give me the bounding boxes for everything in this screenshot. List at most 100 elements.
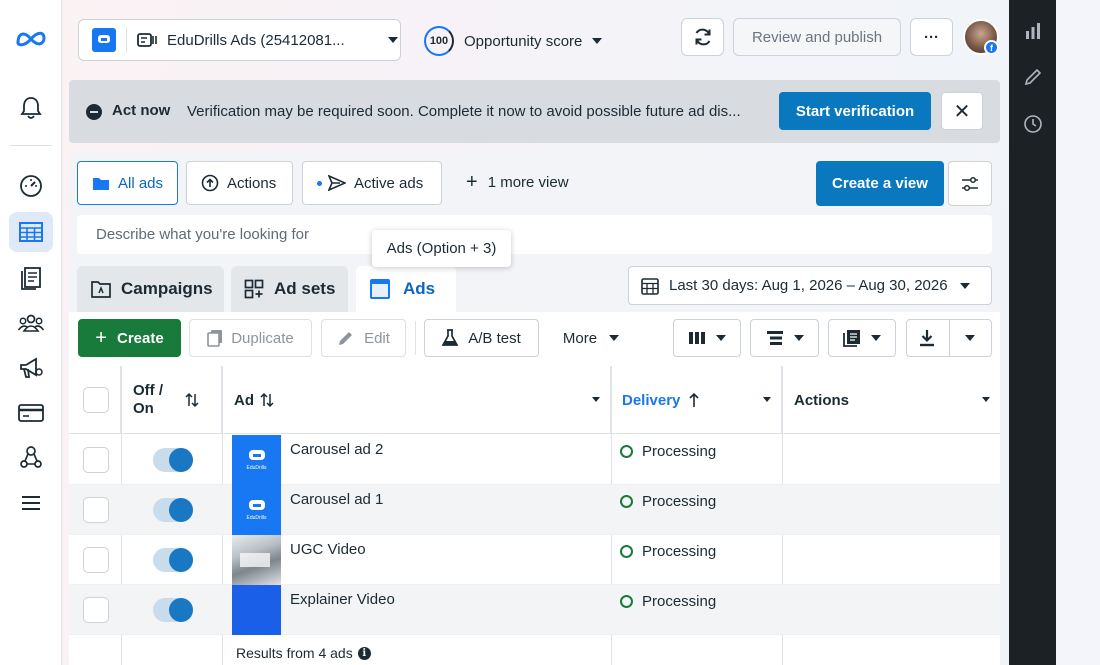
ab-test-button[interactable]: A/B test [424,319,539,357]
info-icon[interactable]: i [357,646,371,660]
reports-button[interactable] [828,319,896,357]
refresh-icon [695,28,710,46]
breakdown-button[interactable] [750,319,819,357]
billing-card-icon[interactable] [9,393,53,433]
ad-on-off-toggle[interactable] [153,448,193,472]
bar-chart-icon[interactable] [1021,19,1045,43]
column-menu-icon[interactable] [982,397,990,402]
ad-thumbnail[interactable]: EduDrills [232,485,281,535]
toggle-column-header[interactable]: Off / On [121,366,222,434]
export-button[interactable] [906,319,992,357]
ad-name-link[interactable]: Carousel ad 2 [290,441,383,458]
results-summary: Results from 4 ads i [236,645,371,661]
dashboard-gauge-icon[interactable] [9,166,53,206]
ads-manager-table-icon[interactable] [9,212,53,252]
select-all-checkbox[interactable] [83,387,109,413]
actions-arrow-icon [201,174,219,192]
delivery-status: Processing [620,543,716,560]
unsaved-dot-icon [317,180,322,186]
left-navigation [0,0,62,665]
select-all-header [69,366,121,434]
tab-ads[interactable]: Ads [356,266,456,312]
ugc-video-thumbnail[interactable] [232,535,281,585]
table-row[interactable]: EduDrills Carousel ad 1 Processing [69,485,1000,535]
more-views-button[interactable]: + 1 more view [466,171,569,193]
processing-status-icon [620,595,633,608]
processing-status-icon [620,445,633,458]
thumbnail-scene [240,553,270,567]
pages-icon[interactable] [9,258,53,298]
history-clock-icon[interactable] [1021,112,1045,136]
chevron-down-icon [965,335,975,341]
tab-ad-sets[interactable]: Ad sets [231,266,348,312]
results-summary-label: Results from 4 ads [236,645,353,661]
delivery-status-label: Processing [642,543,717,560]
edit-button[interactable]: Edit [321,319,406,357]
more-options-button[interactable]: ··· [910,18,953,56]
ab-test-label: A/B test [468,329,521,347]
chevron-down-icon [609,335,620,341]
delivery-column-label: Delivery [622,391,681,409]
delivery-column-header[interactable]: Delivery [611,366,782,434]
opportunity-score-badge: 100 [424,26,454,56]
search-input[interactable]: Describe what you're looking for [77,215,992,254]
table-toolbar: + Create Duplicate Edit A/B test More [69,312,1000,366]
chevron-down-icon [388,37,398,43]
create-view-button[interactable]: Create a view [816,161,944,206]
view-tab-actions[interactable]: Actions [186,161,293,205]
opportunity-score[interactable]: 100 Opportunity score [424,26,603,56]
send-plane-icon [328,175,346,191]
refresh-button[interactable] [681,18,724,56]
view-tab-label: Active ads [354,174,424,192]
business-network-icon[interactable] [9,437,53,477]
delivery-status-label: Processing [642,493,717,510]
more-actions-dropdown[interactable]: More [549,319,633,357]
delivery-status: Processing [620,443,716,460]
actions-column-header[interactable]: Actions [782,366,1000,434]
start-verification-button[interactable]: Start verification [779,92,931,130]
tab-campaigns[interactable]: Campaigns [77,266,224,312]
breakdown-icon [766,331,783,345]
close-banner-button[interactable]: ✕ [941,92,983,130]
sliders-icon [962,176,978,191]
table-row[interactable]: UGC Video Processing [69,535,1000,585]
ad-account-name: EduDrills Ads (25412081... [167,31,345,49]
menu-hamburger-icon[interactable] [9,483,53,523]
row-checkbox[interactable] [83,597,109,623]
toggle-knob [169,498,193,522]
meta-logo-icon[interactable] [9,18,53,58]
row-checkbox[interactable] [83,547,109,573]
create-button[interactable]: + Create [78,319,181,357]
ad-column-header[interactable]: Ad [222,366,611,434]
toggle-knob [169,448,193,472]
columns-button[interactable] [673,319,741,357]
ad-on-off-toggle[interactable] [153,598,193,622]
split-divider [949,320,950,356]
review-and-publish-button[interactable]: Review and publish [733,18,901,56]
view-tab-all-ads[interactable]: All ads [77,161,178,205]
view-tab-active-ads[interactable]: Active ads [302,161,442,205]
duplicate-button[interactable]: Duplicate [189,319,312,357]
pencil-icon[interactable] [1021,65,1045,89]
table-row[interactable]: EduDrills Carousel ad 2 Processing [69,435,1000,485]
ad-name-link[interactable]: Carousel ad 1 [290,491,383,508]
ad-on-off-toggle[interactable] [153,548,193,572]
column-menu-icon[interactable] [763,397,771,402]
view-settings-button[interactable] [948,161,992,206]
row-checkbox[interactable] [83,447,109,473]
column-menu-icon[interactable] [592,397,600,402]
notifications-bell-icon[interactable] [9,88,53,128]
ad-thumbnail[interactable]: EduDrills [232,435,281,485]
row-checkbox[interactable] [83,497,109,523]
plus-icon: + [466,171,478,193]
ad-column-label: Ad [234,391,254,409]
ad-name-link[interactable]: Explainer Video [290,591,395,608]
date-range-picker[interactable]: Last 30 days: Aug 1, 2026 – Aug 30, 2026 [628,266,992,305]
ad-account-selector[interactable]: EduDrills Ads (25412081... [78,19,401,61]
ad-on-off-toggle[interactable] [153,498,193,522]
ad-name-link[interactable]: UGC Video [290,541,366,558]
advertising-megaphone-icon[interactable] [9,348,53,388]
audiences-people-icon[interactable] [9,303,53,343]
explainer-video-thumbnail[interactable] [232,585,281,635]
table-row[interactable]: Explainer Video Processing [69,585,1000,635]
